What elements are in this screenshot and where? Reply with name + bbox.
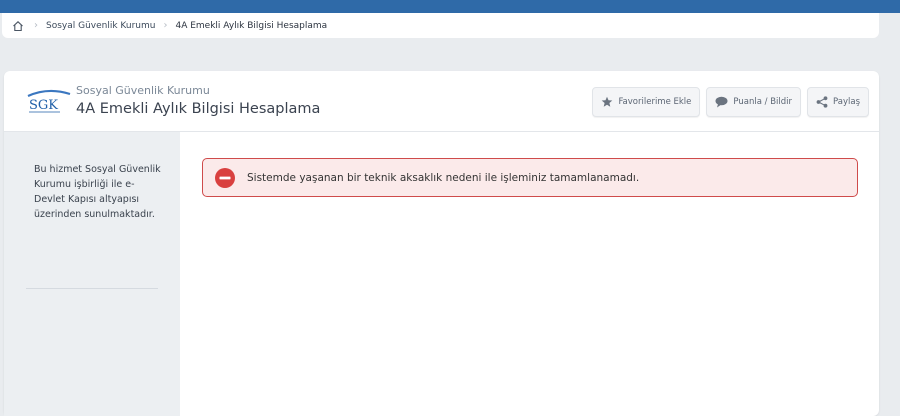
star-icon — [602, 96, 613, 107]
divider — [26, 288, 158, 289]
error-message: Sistemde yaşanan bir teknik aksaklık ned… — [247, 171, 640, 184]
service-card: SGK Sosyal Güvenlik Kurumu 4A Emekli Ayl… — [4, 71, 879, 416]
add-favorite-button[interactable]: Favorilerime Ekle — [592, 87, 701, 117]
share-label: Paylaş — [833, 97, 860, 107]
breadcrumb-item-current: 4A Emekli Aylık Bilgisi Hesaplama — [175, 20, 328, 31]
share-button[interactable]: Paylaş — [807, 87, 869, 117]
rate-report-label: Puanla / Bildir — [733, 97, 793, 107]
error-icon — [215, 167, 235, 188]
add-favorite-label: Favorilerime Ekle — [618, 97, 692, 107]
header-actions: Favorilerime Ekle Puanla / Bildir Paylaş — [592, 87, 869, 117]
svg-text:SGK: SGK — [29, 98, 58, 113]
rate-report-button[interactable]: Puanla / Bildir — [706, 87, 802, 117]
breadcrumb-item-sgk[interactable]: Sosyal Güvenlik Kurumu — [46, 21, 155, 31]
top-bar — [0, 0, 900, 13]
breadcrumb-separator: › — [163, 20, 168, 31]
service-provider-note: Bu hizmet Sosyal Güvenlik Kurumu işbirli… — [34, 164, 161, 220]
org-name: Sosyal Güvenlik Kurumu — [76, 84, 210, 97]
home-icon[interactable] — [10, 18, 26, 34]
breadcrumb: › Sosyal Güvenlik Kurumu › 4A Emekli Ayl… — [2, 13, 879, 38]
info-sidebar: Bu hizmet Sosyal Güvenlik Kurumu işbirli… — [4, 132, 180, 416]
page-title: 4A Emekli Aylık Bilgisi Hesaplama — [76, 101, 321, 117]
share-icon — [816, 96, 828, 108]
speech-bubble-icon — [715, 96, 728, 108]
service-header: SGK Sosyal Güvenlik Kurumu 4A Emekli Ayl… — [4, 71, 879, 132]
error-alert: Sistemde yaşanan bir teknik aksaklık ned… — [202, 158, 858, 197]
sgk-logo: SGK — [27, 89, 71, 113]
breadcrumb-separator: › — [34, 20, 38, 31]
